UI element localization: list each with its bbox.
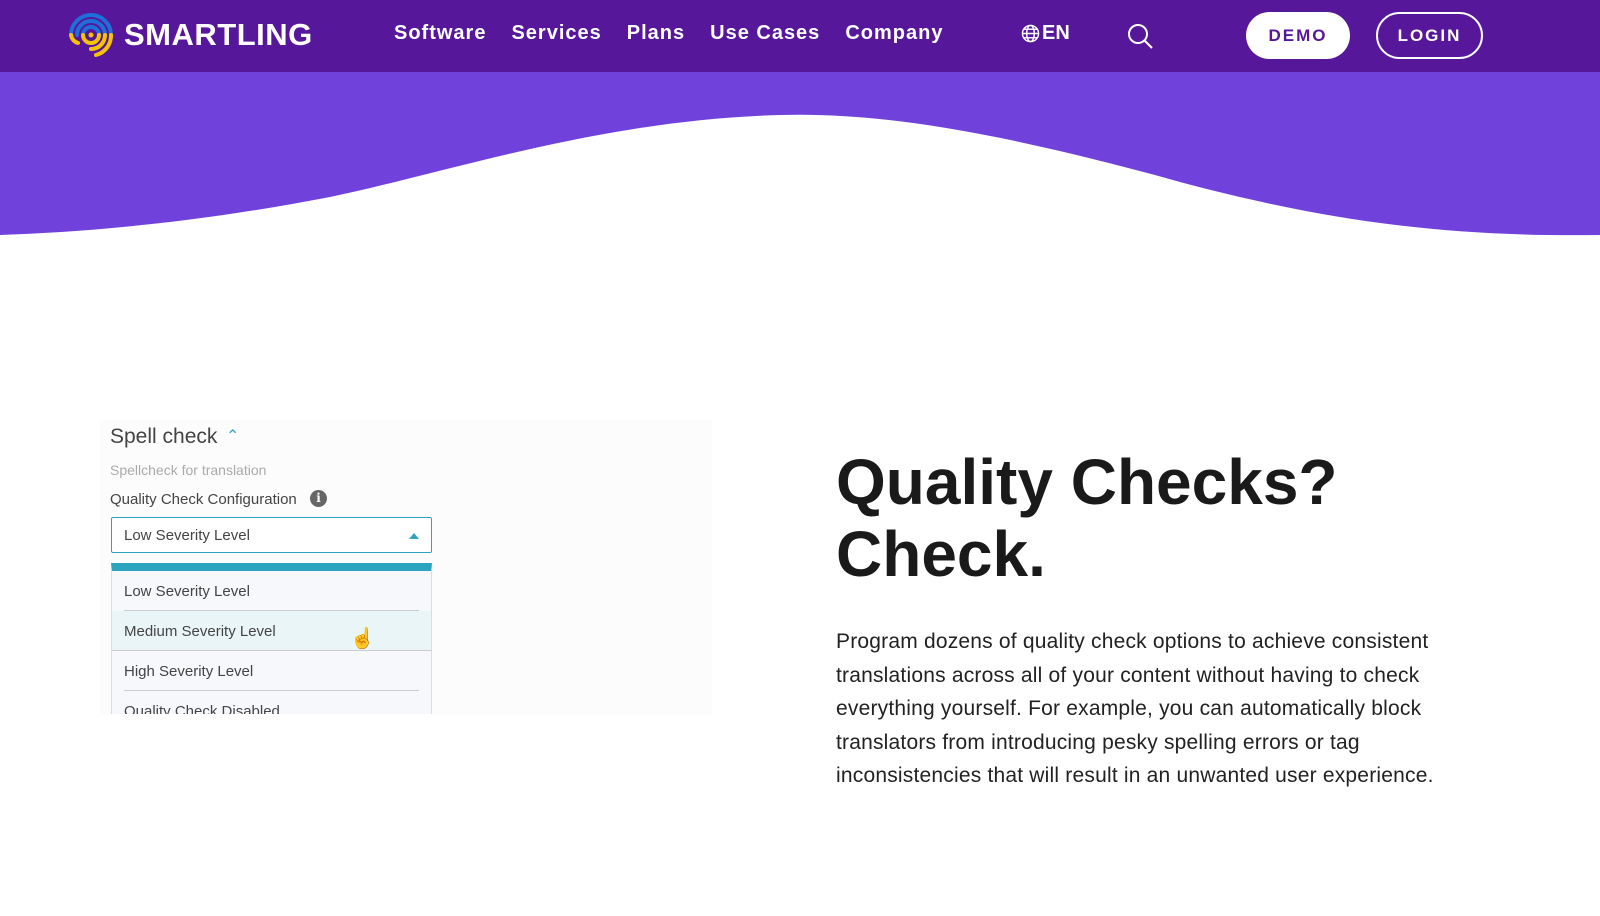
demo-button[interactable]: DEMO bbox=[1246, 12, 1350, 59]
option-disabled[interactable]: Quality Check Disabled bbox=[124, 691, 419, 714]
hand-cursor-icon: ☝ bbox=[350, 628, 375, 650]
hero-wave bbox=[0, 72, 1600, 236]
product-screenshot: Spell check ⌃ Spellcheck for translation… bbox=[100, 420, 712, 714]
logo[interactable]: SMARTLING bbox=[66, 10, 313, 60]
login-button[interactable]: LOGIN bbox=[1376, 12, 1483, 59]
smartling-logo-icon bbox=[69, 13, 113, 57]
selected-value: Low Severity Level bbox=[124, 527, 250, 544]
spell-check-subtitle: Spellcheck for translation bbox=[110, 462, 267, 478]
section-heading: Quality Checks? Check. bbox=[836, 446, 1338, 590]
section-body: Program dozens of quality check options … bbox=[836, 630, 1434, 787]
top-nav: SMARTLING Software Services Plans Use Ca… bbox=[0, 0, 1600, 72]
main-menu: Software Services Plans Use Cases Compan… bbox=[394, 22, 943, 45]
option-medium[interactable]: Medium Severity Level bbox=[112, 611, 431, 651]
option-high[interactable]: High Severity Level bbox=[124, 651, 419, 691]
spell-check-title: Spell check bbox=[110, 425, 218, 448]
severity-select[interactable]: Low Severity Level bbox=[111, 517, 432, 553]
info-icon[interactable]: i bbox=[310, 490, 327, 507]
nav-plans[interactable]: Plans bbox=[627, 22, 685, 45]
language-selector[interactable]: EN bbox=[1021, 22, 1070, 45]
caret-up-icon bbox=[409, 533, 419, 539]
search-icon[interactable] bbox=[1126, 22, 1154, 50]
language-label: EN bbox=[1042, 22, 1070, 44]
globe-icon bbox=[1021, 24, 1040, 43]
brand-name: SMARTLING bbox=[124, 17, 313, 52]
config-label: Quality Check Configuration bbox=[110, 491, 297, 508]
nav-use-cases[interactable]: Use Cases bbox=[710, 22, 820, 45]
nav-software[interactable]: Software bbox=[394, 22, 486, 45]
severity-dropdown: Low Severity Level Medium Severity Level… bbox=[111, 563, 432, 714]
option-low[interactable]: Low Severity Level bbox=[124, 571, 419, 611]
nav-services[interactable]: Services bbox=[511, 22, 601, 45]
chevron-up-icon[interactable]: ⌃ bbox=[226, 426, 239, 446]
nav-company[interactable]: Company bbox=[845, 22, 943, 45]
